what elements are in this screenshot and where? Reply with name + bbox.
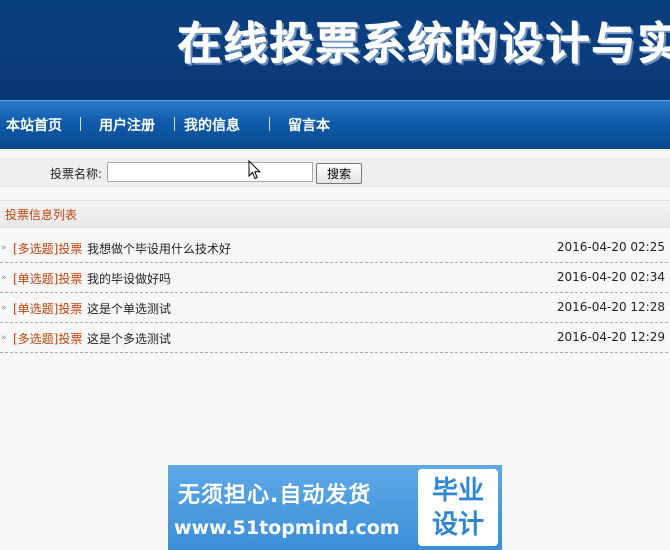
nav-item-home[interactable]: 本站首页 — [6, 115, 62, 135]
list-item: » [单选题]投票 我的毕设做好吗 2016-04-20 02:34 — [0, 263, 668, 293]
vote-title-link[interactable]: 我的毕设做好吗 — [87, 270, 171, 287]
vote-title-link[interactable]: 我想做个毕设用什么技术好 — [87, 240, 231, 257]
ad-badge-line2: 设计 — [431, 510, 484, 540]
vote-type-link[interactable]: [单选题]投票 — [13, 270, 82, 287]
double-chevron-right-icon: » — [1, 303, 7, 313]
vote-type-link[interactable]: [单选题]投票 — [13, 300, 82, 317]
search-bar: 投票名称: 搜索 — [0, 158, 670, 187]
search-input[interactable] — [107, 162, 313, 182]
nav-separator — [174, 117, 175, 131]
watermark-ad: 无须担心.自动发货 www.51topmind.com 毕业 设计 — [168, 465, 502, 550]
nav-bar: 本站首页 用户注册 我的信息 留言本 — [0, 100, 670, 149]
list-item: » [多选题]投票 这是个多选测试 2016-04-20 12:29 — [0, 323, 668, 353]
vote-date: 2016-04-20 12:28 — [556, 300, 665, 314]
list-item: » [多选题]投票 我想做个毕设用什么技术好 2016-04-20 02:25 — [0, 233, 668, 263]
vote-date: 2016-04-20 02:34 — [556, 270, 665, 284]
nav-item-guestbook[interactable]: 留言本 — [288, 115, 330, 135]
vote-type-link[interactable]: [多选题]投票 — [13, 330, 82, 347]
ad-badge-line1: 毕业 — [431, 476, 484, 506]
vote-type-link[interactable]: [多选题]投票 — [13, 240, 82, 257]
double-chevron-right-icon: » — [1, 333, 7, 343]
ad-badge: 毕业 设计 — [418, 469, 498, 546]
vote-title-link[interactable]: 这是个单选测试 — [87, 300, 171, 317]
search-label: 投票名称: — [50, 167, 103, 181]
vote-date: 2016-04-20 02:25 — [556, 240, 665, 254]
vote-list: » [多选题]投票 我想做个毕设用什么技术好 2016-04-20 02:25 … — [0, 233, 670, 353]
nav-separator — [269, 117, 270, 131]
section-title: 投票信息列表 — [5, 208, 78, 222]
site-title: 在线投票系统的设计与实 — [178, 19, 670, 70]
list-item: » [单选题]投票 这是个单选测试 2016-04-20 12:28 — [0, 293, 668, 323]
vote-date: 2016-04-20 12:29 — [556, 330, 665, 344]
ad-slogan: 无须担心.自动发货 — [178, 483, 372, 508]
header-banner: 在线投票系统的设计与实 — [0, 0, 670, 100]
ad-url: www.51topmind.com — [174, 517, 400, 539]
mouse-pointer-icon — [248, 160, 262, 180]
nav-item-my-info[interactable]: 我的信息 — [184, 115, 240, 135]
double-chevron-right-icon: » — [1, 243, 7, 253]
search-button[interactable]: 搜索 — [316, 163, 362, 184]
nav-separator — [80, 117, 81, 131]
nav-item-register[interactable]: 用户注册 — [99, 115, 155, 135]
double-chevron-right-icon: » — [1, 273, 7, 283]
section-header: 投票信息列表 — [0, 200, 670, 228]
vote-title-link[interactable]: 这是个多选测试 — [87, 330, 171, 347]
